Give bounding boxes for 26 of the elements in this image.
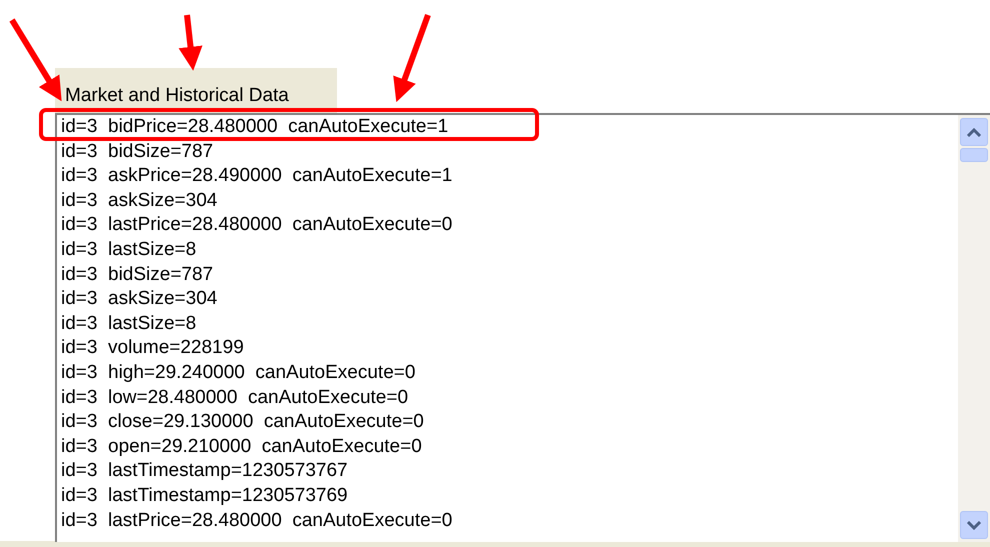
- log-line[interactable]: id=3 volume=228199: [61, 336, 244, 361]
- log-line[interactable]: id=3 lastPrice=28.480000 canAutoExecute=0: [61, 213, 452, 238]
- log-line[interactable]: id=3 lastTimestamp=1230573769: [61, 484, 348, 508]
- log-line[interactable]: id=3 high=29.240000 canAutoExecute=0: [61, 360, 416, 386]
- log-line[interactable]: id=3 askSize=304: [61, 287, 218, 312]
- tab[interactable]: Market and Historical Data: [55, 68, 337, 113]
- scroll-up-button[interactable]: [960, 118, 988, 146]
- log-line[interactable]: id=3 lastTimestamp=1230573767: [61, 459, 348, 484]
- scroll-thumb[interactable]: [960, 148, 988, 162]
- log-line[interactable]: id=3 askPrice=28.490000 canAutoExecute=1: [61, 164, 452, 189]
- log-list[interactable]: [55, 113, 990, 542]
- log-line[interactable]: id=3 lastPrice=28.480000 canAutoExecute=0: [61, 508, 452, 534]
- log-line[interactable]: id=3 bidSize=787: [61, 262, 214, 288]
- log-line[interactable]: id=3 lastSize=8: [61, 312, 196, 336]
- log-line[interactable]: id=3 bidSize=787: [61, 140, 214, 164]
- arrow: [178, 14, 202, 71]
- log-line[interactable]: id=3 open=29.210000 canAutoExecute=0: [61, 434, 422, 460]
- scroll-down-button[interactable]: [960, 511, 988, 539]
- scrollbar[interactable]: [958, 115, 990, 542]
- caret-up-icon: [967, 128, 981, 136]
- log-line[interactable]: id=3 askSize=304: [61, 188, 218, 214]
- log-line[interactable]: id=3 bidPrice=28.480000 canAutoExecute=1: [61, 115, 448, 140]
- log-line[interactable]: id=3 close=29.130000 canAutoExecute=0: [61, 410, 424, 435]
- caret-down-icon: [967, 520, 981, 530]
- log-line[interactable]: id=3 low=28.480000 canAutoExecute=0: [61, 386, 408, 410]
- log-line[interactable]: id=3 lastSize=8: [61, 238, 196, 263]
